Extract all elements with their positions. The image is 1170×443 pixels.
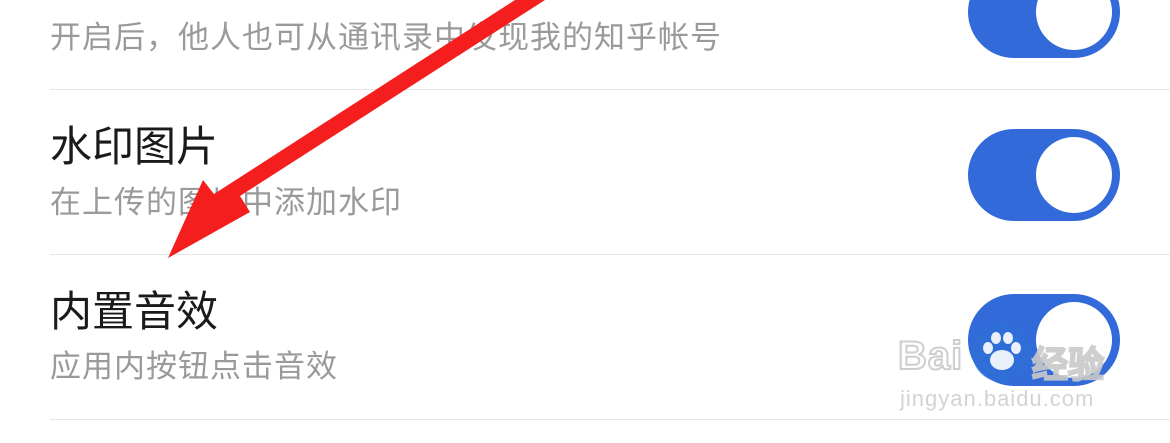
settings-screen: 开启后，他人也可从通讯录中发现我的知乎帐号 水印图片 在上传的图片中添加水印 内… <box>0 0 1170 443</box>
toggle-knob <box>1036 137 1112 213</box>
setting-title: 水印图片 <box>50 122 219 171</box>
setting-title: 内置音效 <box>50 287 219 336</box>
toggle-switch-builtin-sound[interactable] <box>968 294 1120 386</box>
setting-row-contacts[interactable]: 开启后，他人也可从通讯录中发现我的知乎帐号 <box>0 0 1170 90</box>
setting-row-builtin-sound[interactable]: 内置音效 应用内按钮点击音效 <box>0 255 1170 420</box>
setting-subtitle: 在上传的图片中添加水印 <box>50 185 402 221</box>
setting-row-watermark-image[interactable]: 水印图片 在上传的图片中添加水印 <box>0 90 1170 255</box>
toggle-knob <box>1036 302 1112 378</box>
setting-subtitle: 开启后，他人也可从通讯录中发现我的知乎帐号 <box>50 20 722 56</box>
setting-subtitle: 应用内按钮点击音效 <box>50 349 338 385</box>
divider <box>50 419 1170 420</box>
toggle-knob <box>1036 0 1112 50</box>
toggle-switch-contacts[interactable] <box>968 0 1120 58</box>
toggle-switch-watermark-image[interactable] <box>968 129 1120 221</box>
